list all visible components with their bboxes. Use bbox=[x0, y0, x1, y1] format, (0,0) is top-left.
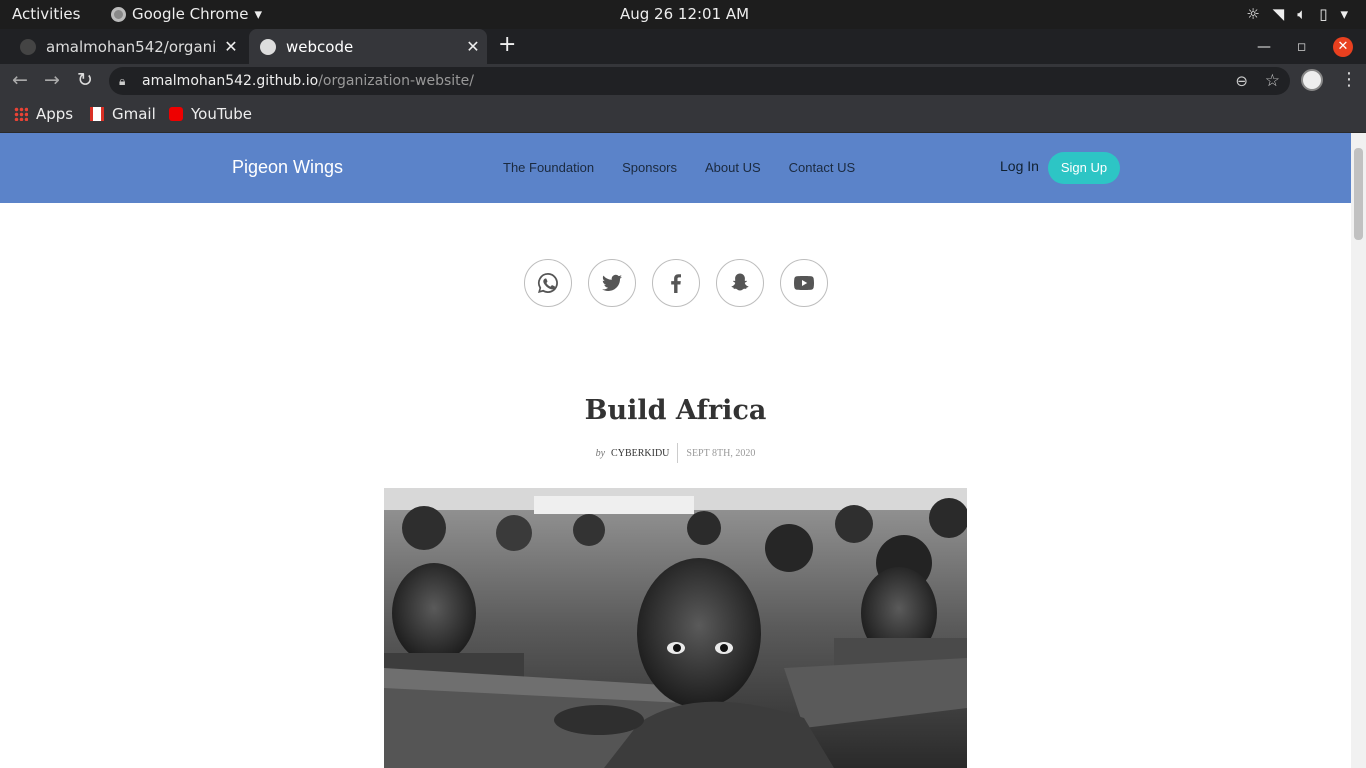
meta-divider bbox=[677, 443, 679, 463]
more-menu-icon[interactable]: ⋮ bbox=[1340, 69, 1358, 90]
github-icon bbox=[20, 38, 36, 55]
social-links bbox=[524, 259, 828, 307]
post-author[interactable]: CYBERKIDU bbox=[611, 448, 669, 459]
scrollbar-thumb[interactable] bbox=[1354, 148, 1363, 240]
new-tab-button[interactable]: + bbox=[498, 32, 516, 57]
browser-toolbar: ← → ↻ 🔒︎ amalmohan542.github.io/organiza… bbox=[0, 64, 1366, 98]
volume-icon: 🔈︎ bbox=[1297, 5, 1307, 23]
forward-button[interactable]: → bbox=[44, 69, 60, 91]
close-icon: ✕ bbox=[1333, 36, 1353, 57]
nav-links: The Foundation Sponsors About US Contact… bbox=[503, 160, 855, 175]
bookmark-label: Apps bbox=[36, 105, 74, 123]
page-viewport: Pigeon Wings The Foundation Sponsors Abo… bbox=[0, 133, 1366, 768]
wifi-icon: ◥ bbox=[1272, 5, 1285, 23]
tab-title: webcode bbox=[286, 37, 354, 56]
bookmark-label: YouTube bbox=[191, 105, 252, 123]
clock[interactable]: Aug 26 12:01 AM bbox=[620, 5, 749, 23]
chevron-down-icon: ▾ bbox=[254, 5, 263, 23]
url-host: amalmohan542.github.io bbox=[142, 73, 319, 89]
nav-link-foundation[interactable]: The Foundation bbox=[503, 160, 594, 175]
zoom-icon[interactable]: ⊖ bbox=[1235, 67, 1248, 95]
brightness-icon: ☼ bbox=[1246, 5, 1260, 23]
battery-icon: ▯ bbox=[1319, 5, 1328, 23]
back-button[interactable]: ← bbox=[12, 69, 28, 91]
twitter-link[interactable] bbox=[588, 259, 636, 307]
facebook-icon bbox=[671, 274, 681, 293]
app-menu[interactable]: Google Chrome ▾ bbox=[111, 5, 262, 23]
bookmark-youtube[interactable]: YouTube bbox=[169, 105, 252, 123]
tab-github[interactable]: amalmohan542/organizat ✕ bbox=[0, 29, 245, 64]
chrome-icon bbox=[111, 6, 126, 22]
nav-link-contact[interactable]: Contact US bbox=[789, 160, 855, 175]
close-tab-icon[interactable]: ✕ bbox=[459, 37, 487, 56]
system-tray[interactable]: ☼ ◥ 🔈︎ ▯ ▾ bbox=[1246, 5, 1348, 23]
youtube-link[interactable] bbox=[780, 259, 828, 307]
facebook-link[interactable] bbox=[652, 259, 700, 307]
maximize-button[interactable]: ◻ bbox=[1297, 29, 1306, 64]
apps-grid-icon bbox=[14, 107, 28, 121]
post-title: Build Africa bbox=[584, 395, 767, 426]
minimize-button[interactable]: — bbox=[1257, 29, 1271, 64]
site-brand[interactable]: Pigeon Wings bbox=[232, 157, 343, 178]
activities-button[interactable]: Activities bbox=[12, 5, 80, 23]
close-window-button[interactable]: ✕ bbox=[1333, 29, 1353, 64]
post-by-label: by bbox=[595, 447, 606, 459]
twitter-icon bbox=[602, 274, 622, 292]
youtube-icon bbox=[793, 276, 815, 290]
tab-strip: amalmohan542/organizat ✕ webcode ✕ + — ◻… bbox=[0, 29, 1366, 64]
signup-button[interactable]: Sign Up bbox=[1048, 152, 1120, 184]
reload-button[interactable]: ↻ bbox=[77, 69, 93, 91]
whatsapp-link[interactable] bbox=[524, 259, 572, 307]
system-top-bar: Activities Google Chrome ▾ Aug 26 12:01 … bbox=[0, 0, 1366, 29]
bookmarks-bar: Apps Gmail YouTube bbox=[0, 98, 1366, 133]
nav-link-about[interactable]: About US bbox=[705, 160, 761, 175]
chevron-down-icon: ▾ bbox=[1340, 5, 1348, 23]
bookmark-label: Gmail bbox=[112, 105, 156, 123]
tab-webcode[interactable]: webcode ✕ bbox=[249, 29, 487, 64]
url-path: /organization-website/ bbox=[318, 73, 474, 89]
app-menu-label: Google Chrome bbox=[132, 5, 249, 23]
post-hero-image bbox=[384, 488, 967, 768]
vertical-scrollbar[interactable] bbox=[1351, 133, 1366, 768]
classroom-photo bbox=[384, 488, 967, 768]
snapchat-link[interactable] bbox=[716, 259, 764, 307]
gmail-icon bbox=[90, 107, 104, 121]
site-navbar: Pigeon Wings The Foundation Sponsors Abo… bbox=[0, 133, 1351, 203]
globe-icon bbox=[260, 38, 276, 55]
bookmark-star-icon[interactable]: ☆ bbox=[1265, 67, 1280, 95]
post-date: SEPT 8TH, 2020 bbox=[686, 447, 756, 459]
snapchat-icon bbox=[731, 273, 749, 291]
address-bar[interactable]: 🔒︎ amalmohan542.github.io/organization-w… bbox=[109, 67, 1290, 95]
bookmark-apps[interactable]: Apps bbox=[14, 105, 73, 123]
tab-title: amalmohan542/organizat bbox=[46, 37, 217, 56]
youtube-icon bbox=[169, 107, 183, 121]
lock-icon[interactable]: 🔒︎ bbox=[119, 67, 125, 95]
login-link[interactable]: Log In bbox=[1000, 158, 1039, 174]
whatsapp-icon bbox=[538, 273, 558, 293]
nav-link-sponsors[interactable]: Sponsors bbox=[622, 160, 677, 175]
close-tab-icon[interactable]: ✕ bbox=[217, 37, 245, 56]
profile-avatar[interactable] bbox=[1301, 69, 1323, 91]
url-text[interactable]: amalmohan542.github.io/organization-webs… bbox=[142, 67, 474, 95]
bookmark-gmail[interactable]: Gmail bbox=[90, 105, 156, 123]
post-meta: by CYBERKIDU SEPT 8TH, 2020 bbox=[0, 443, 1351, 463]
